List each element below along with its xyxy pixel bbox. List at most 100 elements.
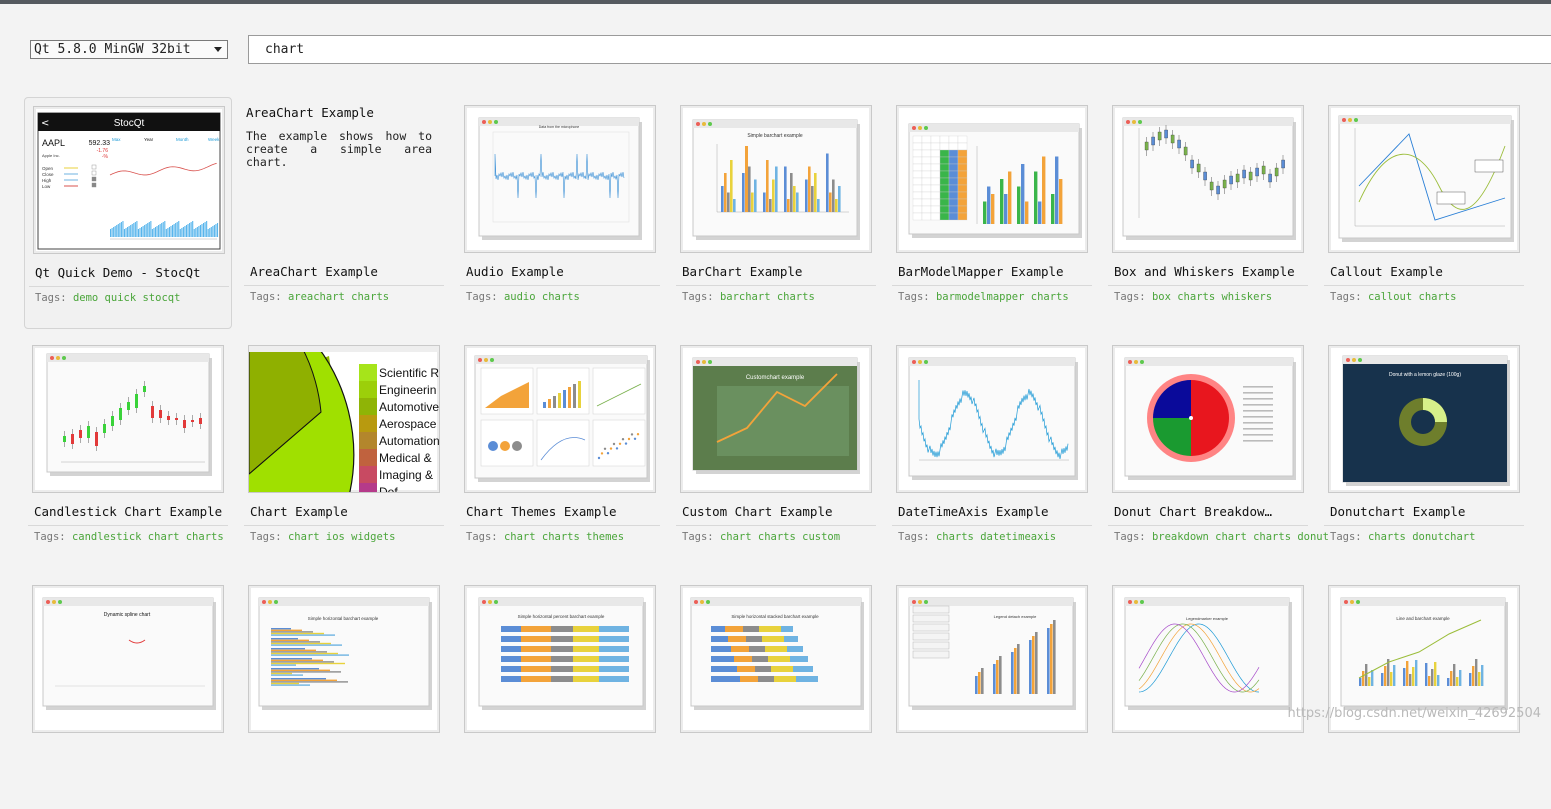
card-divider: [1108, 285, 1308, 286]
example-title[interactable]: Chart Themes Example: [466, 504, 617, 519]
watermark: https://blog.csdn.net/weixin_42692504: [1287, 706, 1541, 721]
qt-kit-selector[interactable]: Qt 5.8.0 MinGW 32bit: [30, 40, 228, 59]
tag-links[interactable]: barchart charts: [720, 291, 815, 303]
tag-links[interactable]: chart ios widgets: [288, 531, 395, 543]
example-thumbnail[interactable]: Simple barchart example: [680, 105, 872, 253]
tag-links[interactable]: areachart charts: [288, 291, 389, 303]
thumb-caption: Dynamic spline chart: [104, 612, 151, 618]
example-card[interactable]: Dynamic spline chart: [24, 577, 232, 809]
example-thumbnail[interactable]: Customchart example: [680, 345, 872, 493]
example-thumbnail[interactable]: [896, 105, 1088, 253]
example-thumbnail[interactable]: Legendmarker example: [1112, 585, 1304, 733]
example-thumbnail[interactable]: Scientific R Engineerin Automotive Aerospac…: [248, 345, 440, 493]
svg-text:-%: -%: [102, 154, 109, 160]
example-title[interactable]: Candlestick Chart Example: [34, 504, 222, 519]
thumb-caption: Line and barchart example: [1396, 616, 1450, 621]
example-title[interactable]: Chart Example: [250, 504, 348, 519]
example-card[interactable]: Simple barchart example BarChart Example T…: [672, 97, 880, 329]
example-title[interactable]: BarChart Example: [682, 264, 802, 279]
example-card[interactable]: Scientific R Engineerin Automotive Aerospac…: [240, 337, 448, 569]
example-tags: Tags: audio charts: [466, 291, 580, 303]
tag-links[interactable]: chart charts themes: [504, 531, 624, 543]
chevron-down-icon[interactable]: [214, 47, 222, 52]
example-title[interactable]: DateTimeAxis Example: [898, 504, 1049, 519]
example-card[interactable]: < StocQt AAPL 592.33 -1.76 -% Apple Inc. Max Yea…: [24, 97, 232, 329]
thumbnail-image: Customchart example: [692, 357, 860, 474]
example-thumbnail[interactable]: Simple horizontal percent barchart examp…: [464, 585, 656, 733]
example-card[interactable]: Line and barchart example: [1320, 577, 1528, 809]
example-tags: Tags: chart charts custom: [682, 531, 840, 543]
example-tags: Tags: areachart charts: [250, 291, 389, 303]
example-card[interactable]: Legendmarker example: [1104, 577, 1312, 809]
example-thumbnail[interactable]: [1112, 105, 1304, 253]
tag-links[interactable]: chart charts custom: [720, 531, 840, 543]
thumbnail-image: Donut with a lemon glaze (100g): [1342, 355, 1510, 486]
example-title[interactable]: Qt Quick Demo - StocQt: [35, 265, 201, 280]
example-title[interactable]: Audio Example: [466, 264, 564, 279]
thumb-legend-item: Aerospace: [379, 417, 437, 431]
example-title[interactable]: Custom Chart Example: [682, 504, 833, 519]
example-card[interactable]: Chart Themes Example Tags: chart charts t…: [456, 337, 664, 569]
thumbnail-image: [1124, 357, 1296, 480]
thumb-legend-item: Imaging &: [379, 468, 433, 482]
example-title[interactable]: Donutchart Example: [1330, 504, 1465, 519]
example-card[interactable]: Simple horizontal barchart example: [240, 577, 448, 809]
example-tags: Tags: demo quick stocqt: [35, 292, 180, 304]
example-thumbnail[interactable]: [896, 345, 1088, 493]
thumbnail-image: Legendmarker example: [1124, 597, 1292, 710]
svg-text:Open: Open: [42, 166, 54, 171]
tags-label: Tags:: [898, 291, 930, 303]
example-tags: Tags: charts donutchart: [1330, 531, 1475, 543]
thumbnail-image: Simple horizontal barchart example: [258, 597, 432, 710]
example-card[interactable]: Simple horizontal percent barchart examp…: [456, 577, 664, 809]
example-title[interactable]: Callout Example: [1330, 264, 1443, 279]
example-title[interactable]: Box and Whiskers Example: [1114, 264, 1295, 279]
examples-search-input[interactable]: chart: [248, 35, 1551, 64]
tag-links[interactable]: charts donutchart: [1368, 531, 1475, 543]
example-title[interactable]: BarModelMapper Example: [898, 264, 1064, 279]
example-tags: Tags: barmodelmapper charts: [898, 291, 1069, 303]
example-thumbnail[interactable]: Simple horizontal stacked barchart examp…: [680, 585, 872, 733]
example-title[interactable]: Donut Chart Breakdow…: [1114, 504, 1272, 519]
example-thumbnail[interactable]: Simple horizontal barchart example: [248, 585, 440, 733]
tag-links[interactable]: demo quick stocqt: [73, 292, 180, 304]
example-title[interactable]: AreaChart Example: [250, 264, 378, 279]
thumb-caption: Simple barchart example: [747, 133, 803, 139]
example-thumbnail[interactable]: [464, 345, 656, 493]
example-card[interactable]: Legend detach example: [888, 577, 1096, 809]
tag-links[interactable]: breakdown chart charts donut: [1152, 531, 1329, 543]
example-thumbnail[interactable]: Data from the microphone: [464, 105, 656, 253]
svg-text:Max: Max: [112, 137, 121, 142]
tag-links[interactable]: candlestick chart charts: [72, 531, 224, 543]
tag-links[interactable]: callout charts: [1368, 291, 1457, 303]
tag-links[interactable]: audio charts: [504, 291, 580, 303]
example-card[interactable]: Data from the microphone Audio Example Tag…: [456, 97, 664, 329]
example-card[interactable]: Customchart example Custom Chart Example T…: [672, 337, 880, 569]
example-thumbnail[interactable]: Legend detach example: [896, 585, 1088, 733]
example-thumbnail[interactable]: Donut with a lemon glaze (100g): [1328, 345, 1520, 493]
thumb-legend-item: Medical &: [379, 451, 432, 465]
example-card[interactable]: Candlestick Chart Example Tags: candlesti…: [24, 337, 232, 569]
example-card[interactable]: DateTimeAxis Example Tags: charts datetim…: [888, 337, 1096, 569]
tags-label: Tags:: [682, 291, 714, 303]
example-description-text: The example shows how to create a simple…: [246, 129, 432, 169]
example-thumbnail[interactable]: [1328, 105, 1520, 253]
tag-links[interactable]: box charts whiskers: [1152, 291, 1272, 303]
example-thumbnail[interactable]: < StocQt AAPL 592.33 -1.76 -% Apple Inc. Max Yea…: [33, 106, 225, 254]
qt-kit-selector-value: Qt 5.8.0 MinGW 32bit: [34, 42, 191, 57]
card-divider: [676, 285, 876, 286]
example-card[interactable]: Donut with a lemon glaze (100g) Donutchar…: [1320, 337, 1528, 569]
example-card[interactable]: AreaChart Example The example shows how t…: [240, 97, 448, 329]
example-card[interactable]: Simple horizontal stacked barchart examp…: [672, 577, 880, 809]
example-card[interactable]: Callout Example Tags: callout charts: [1320, 97, 1528, 329]
example-card[interactable]: BarModelMapper Example Tags: barmodelmapp…: [888, 97, 1096, 329]
example-thumbnail[interactable]: [32, 345, 224, 493]
example-thumbnail[interactable]: [1112, 345, 1304, 493]
tags-label: Tags:: [250, 531, 282, 543]
tag-links[interactable]: charts datetimeaxis: [936, 531, 1056, 543]
tag-links[interactable]: barmodelmapper charts: [936, 291, 1069, 303]
example-thumbnail[interactable]: Dynamic spline chart: [32, 585, 224, 733]
example-card[interactable]: Donut Chart Breakdow… Tags: breakdown cha…: [1104, 337, 1329, 569]
example-card[interactable]: Box and Whiskers Example Tags: box charts…: [1104, 97, 1312, 329]
thumbnail-image: [908, 357, 1078, 480]
